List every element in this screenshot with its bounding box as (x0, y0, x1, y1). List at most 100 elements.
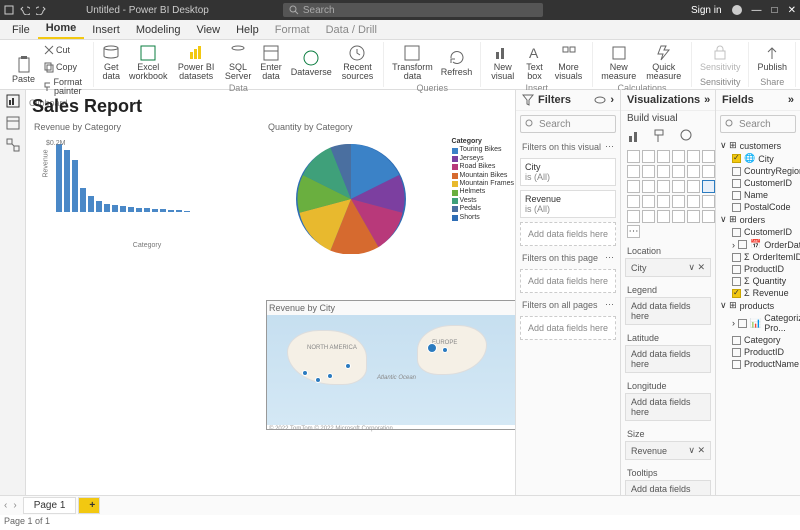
filters-search[interactable]: Search (520, 115, 616, 133)
field-categorized[interactable]: › 📊 Categorized Pro... (716, 312, 800, 334)
page-tab-1[interactable]: Page 1 (23, 497, 77, 514)
minimize-button[interactable]: — (752, 5, 762, 16)
viz-table[interactable] (702, 195, 715, 208)
field-city[interactable]: 🌐 City (716, 152, 800, 165)
field-well-tooltips[interactable]: Add data fields here (625, 480, 711, 495)
visual-pie-chart[interactable]: Quantity by Category Category Touring Bi… (266, 120, 515, 300)
viz-matrix[interactable] (627, 210, 640, 223)
report-canvas[interactable]: Sales Report Revenue by Category Revenue… (26, 90, 515, 495)
viz-gauge[interactable] (642, 195, 655, 208)
prev-page-icon[interactable]: ‹ (4, 500, 7, 511)
viz-key-infl[interactable] (672, 210, 685, 223)
data-view-icon[interactable] (6, 116, 20, 130)
undo-icon[interactable] (20, 5, 30, 15)
get-data-button[interactable]: Get data (100, 42, 124, 83)
table-customers[interactable]: ∨ ⊞ customers (716, 139, 800, 152)
chevron-icon[interactable]: › (610, 94, 614, 106)
field-category[interactable]: Category (716, 334, 800, 346)
table-products[interactable]: ∨ ⊞ products (716, 299, 800, 312)
maximize-button[interactable]: □ (772, 5, 778, 16)
format-icon[interactable] (653, 128, 669, 144)
viz-r[interactable] (642, 210, 655, 223)
table-orders[interactable]: ∨ ⊞ orders (716, 213, 800, 226)
signin-link[interactable]: Sign in (691, 5, 722, 16)
next-page-icon[interactable]: › (13, 500, 16, 511)
viz-donut[interactable] (672, 180, 685, 193)
field-revenue[interactable]: Σ Revenue (716, 287, 800, 299)
viz-combo[interactable] (672, 165, 685, 178)
viz-100-col[interactable] (702, 150, 715, 163)
viz-map[interactable] (702, 180, 715, 193)
tab-help[interactable]: Help (228, 21, 267, 39)
field-orderitemid[interactable]: Σ OrderItemID (716, 251, 800, 263)
global-search[interactable]: Search (283, 3, 543, 17)
viz-line[interactable] (627, 165, 640, 178)
excel-button[interactable]: Excel workbook (127, 42, 170, 83)
field-productname[interactable]: ProductName (716, 358, 800, 370)
field-well-size[interactable]: Revenue∨ ✕ (625, 441, 711, 460)
recent-sources-button[interactable]: Recent sources (338, 42, 377, 83)
redo-icon[interactable] (36, 5, 46, 15)
viz-waterfall[interactable] (702, 165, 715, 178)
viz-clustered-bar[interactable] (657, 150, 670, 163)
enter-data-button[interactable]: Enter data (257, 42, 284, 83)
viz-pie[interactable] (657, 180, 670, 193)
field-postalcode[interactable]: PostalCode (716, 201, 800, 213)
report-view-icon[interactable] (6, 94, 20, 108)
tab-insert[interactable]: Insert (84, 21, 128, 39)
viz-clustered-col[interactable] (672, 150, 685, 163)
transform-data-button[interactable]: Transform data (390, 42, 435, 83)
publish-button[interactable]: Publish (755, 42, 789, 74)
visual-bar-chart[interactable]: Revenue by Category Revenue $0.2M Catego… (32, 120, 262, 310)
viz-100-bar[interactable] (687, 150, 700, 163)
tab-view[interactable]: View (188, 21, 228, 39)
field-productid[interactable]: ProductID (716, 263, 800, 275)
viz-py[interactable] (657, 210, 670, 223)
more-icon[interactable]: ⋯ (605, 299, 614, 310)
filter-card-city[interactable]: Cityis (All) (520, 158, 616, 186)
eye-icon[interactable] (594, 94, 606, 106)
chevron-icon[interactable]: » (704, 94, 710, 106)
field-well-latitude[interactable]: Add data fields here (625, 345, 711, 373)
chevron-icon[interactable]: » (788, 94, 794, 106)
cut-button[interactable]: Cut (41, 42, 87, 58)
new-measure-button[interactable]: New measure (599, 42, 638, 83)
tab-modeling[interactable]: Modeling (128, 21, 189, 39)
viz-filled-map[interactable] (627, 195, 640, 208)
tab-file[interactable]: File (4, 21, 38, 39)
field-well-location[interactable]: City∨ ✕ (625, 258, 711, 277)
field-o-customerid[interactable]: CustomerID (716, 226, 800, 238)
viz-slicer[interactable] (687, 195, 700, 208)
field-name[interactable]: Name (716, 189, 800, 201)
build-icon[interactable] (627, 128, 643, 144)
refresh-button[interactable]: Refresh (439, 47, 475, 79)
add-page-button[interactable]: + (78, 497, 100, 514)
field-well-legend[interactable]: Add data fields here (625, 297, 711, 325)
tab-format[interactable]: Format (267, 21, 318, 39)
viz-card[interactable] (657, 195, 670, 208)
model-view-icon[interactable] (6, 138, 20, 152)
viz-ribbon[interactable] (687, 165, 700, 178)
field-quantity[interactable]: Σ Quantity (716, 275, 800, 287)
visual-map[interactable]: Revenue by City NORTH AMERICA EUROPE Atl… (266, 300, 515, 430)
avatar-icon[interactable] (732, 5, 742, 15)
tab-data-drill[interactable]: Data / Drill (318, 21, 385, 39)
copy-button[interactable]: Copy (41, 59, 87, 75)
pbi-datasets-button[interactable]: Power BI datasets (174, 42, 219, 83)
add-filter-well-all[interactable]: Add data fields here (520, 316, 616, 340)
field-p-productid[interactable]: ProductID (716, 346, 800, 358)
quick-measure-button[interactable]: Quick measure (642, 42, 684, 83)
save-icon[interactable] (4, 5, 14, 15)
tab-home[interactable]: Home (38, 19, 85, 39)
more-icon[interactable]: ⋯ (605, 141, 614, 152)
add-filter-well-page[interactable]: Add data fields here (520, 269, 616, 293)
sql-server-button[interactable]: SQL Server (223, 42, 254, 83)
more-icon[interactable]: ⋯ (605, 252, 614, 263)
viz-stacked-col[interactable] (642, 150, 655, 163)
viz-stacked-area[interactable] (657, 165, 670, 178)
close-button[interactable]: ✕ (788, 5, 796, 16)
new-visual-button[interactable]: New visual (487, 42, 518, 83)
viz-stacked-bar[interactable] (627, 150, 640, 163)
field-orderdate[interactable]: › 📅 OrderDate (716, 238, 800, 251)
viz-qa[interactable] (702, 210, 715, 223)
